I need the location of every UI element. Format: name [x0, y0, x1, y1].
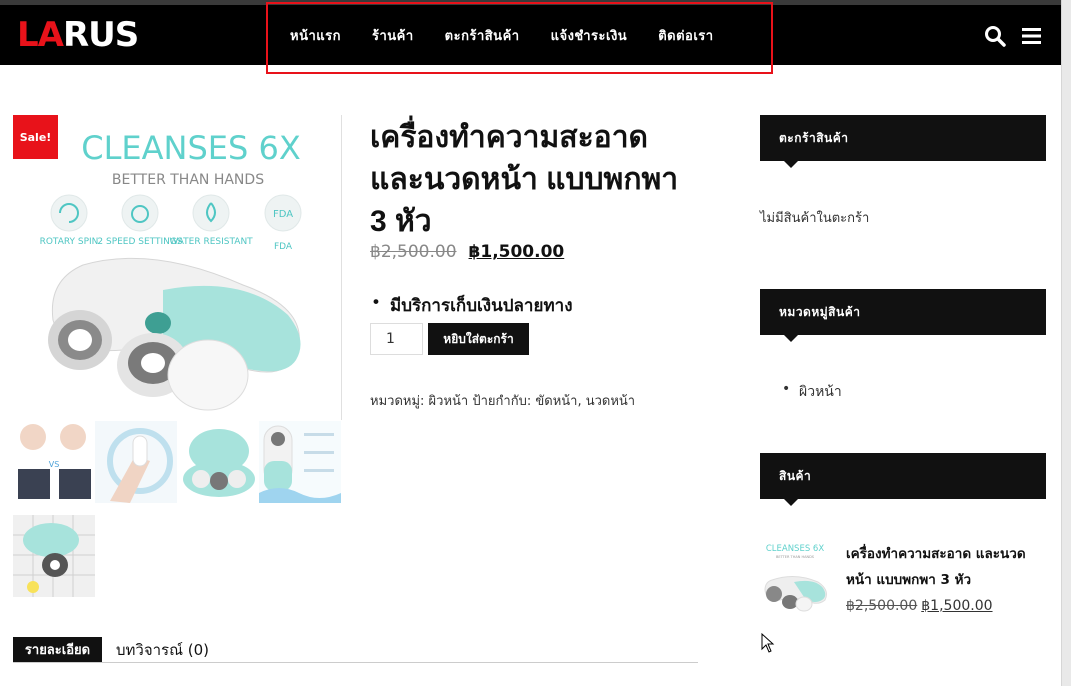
nav-item-shop[interactable]: ร้านค้า — [372, 25, 414, 46]
thumbnail-2[interactable] — [95, 421, 177, 503]
tags-links[interactable]: ขัดหน้า, นวดหน้า — [535, 394, 635, 409]
quantity-input[interactable]: 1 — [370, 323, 423, 355]
feature-water: WATER RESISTANT — [169, 237, 253, 247]
feature-fda: FDA — [274, 242, 293, 252]
search-icon[interactable] — [984, 25, 1006, 47]
svg-text:VS: VS — [49, 460, 60, 469]
cod-note: มีบริการเก็บเงินปลายทาง — [373, 292, 572, 319]
tab-reviews[interactable]: บทวิจารณ์ (0) — [116, 637, 209, 662]
thumbnail-1[interactable]: VS — [13, 421, 95, 503]
nav-item-cart[interactable]: ตะกร้าสินค้า — [445, 25, 520, 46]
nav-item-payment-notice[interactable]: แจ้งชำระเงิน — [551, 25, 628, 46]
site-header: LARUS หน้าแรก ร้านค้า ตะกร้าสินค้า แจ้งช… — [0, 5, 1061, 65]
nav-item-home[interactable]: หน้าแรก — [290, 25, 341, 46]
products-widget-heading: สินค้า — [760, 453, 1046, 506]
product-main-image[interactable]: CLEANSES 6X BETTER THAN HANDS FDA ROTARY… — [13, 115, 342, 420]
product-photo: CLEANSES 6X BETTER THAN HANDS FDA ROTARY… — [40, 129, 302, 411]
thumbnail-3[interactable] — [177, 421, 259, 503]
cart-widget-heading: ตะกร้าสินค้า — [760, 115, 1046, 168]
image-headline: CLEANSES 6X — [81, 129, 301, 167]
categories-widget-heading: หมวดหมู่สินค้า — [760, 289, 1046, 342]
thumbnail-4[interactable] — [259, 421, 341, 503]
sidebar-product-thumbnail[interactable]: CLEANSES 6X BETTER THAN HANDS — [760, 540, 830, 612]
tags-label: ป้ายกำกับ: — [472, 394, 532, 409]
main-nav: หน้าแรก ร้านค้า ตะกร้าสินค้า แจ้งชำระเงิ… — [290, 5, 745, 65]
hamburger-menu-icon[interactable] — [1021, 25, 1043, 47]
sidebar-sale-price: ฿1,500.00 — [921, 598, 993, 614]
empty-cart-message: ไม่มีสินค้าในตะกร้า — [760, 211, 870, 226]
image-subline: BETTER THAN HANDS — [112, 172, 264, 188]
logo-red-part: LA — [17, 15, 64, 55]
category-link[interactable]: ผิวหน้า — [429, 394, 469, 409]
sidebar-product-title[interactable]: เครื่องทำความสะอาด และนวดหน้า แบบพกพา 3 … — [846, 541, 1051, 593]
category-label: หมวดหมู่: — [370, 394, 425, 409]
site-logo[interactable]: LARUS — [17, 15, 139, 55]
page-scrollbar[interactable] — [1061, 0, 1071, 686]
svg-text:FDA: FDA — [273, 209, 293, 220]
category-list-item[interactable]: ผิวหน้า — [782, 381, 842, 403]
thumb-subline: BETTER THAN HANDS — [776, 555, 815, 559]
thumbnail-5[interactable] — [13, 515, 95, 597]
sale-badge: Sale! — [13, 115, 58, 159]
add-to-cart-button[interactable]: หยิบใส่ตะกร้า — [428, 323, 529, 355]
tab-description[interactable]: รายละเอียด — [13, 637, 102, 662]
nav-item-contact[interactable]: ติดต่อเรา — [658, 25, 713, 46]
thumb-headline: CLEANSES 6X — [766, 544, 824, 554]
product-title: เครื่องทำความสะอาด และนวดหน้า แบบพกพา 3 … — [370, 121, 679, 238]
sidebar-old-price: ฿2,500.00 — [846, 598, 918, 614]
old-price: ฿2,500.00 — [370, 242, 457, 262]
product-prices: ฿2,500.00 ฿1,500.00 — [370, 242, 564, 262]
product-tabs: รายละเอียด บทวิจารณ์ (0) — [13, 637, 698, 663]
feature-rotary: ROTARY SPIN — [40, 237, 99, 247]
sale-price: ฿1,500.00 — [468, 242, 565, 262]
product-meta: หมวดหมู่: ผิวหน้า ป้ายกำกับ: ขัดหน้า, นว… — [370, 390, 635, 411]
sidebar-product-prices: ฿2,500.00 ฿1,500.00 — [846, 598, 993, 614]
mouse-cursor-icon — [761, 633, 775, 653]
logo-white-part: RUS — [62, 15, 139, 55]
